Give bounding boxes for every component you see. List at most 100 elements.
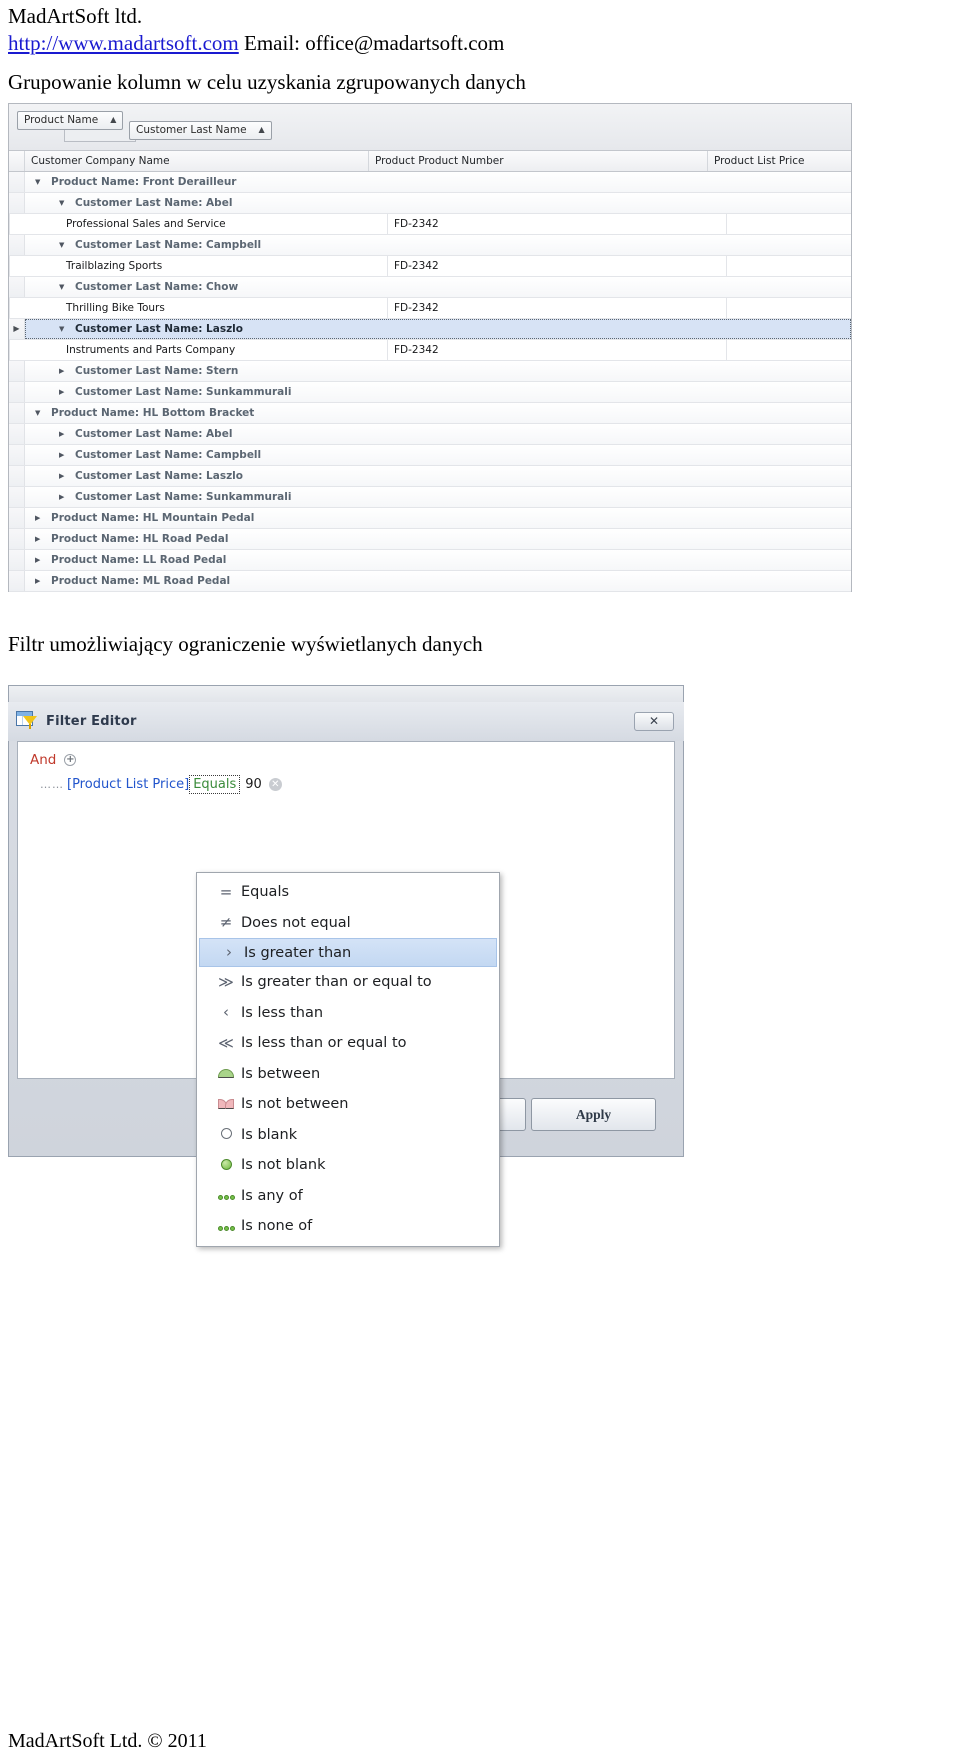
- sort-ascending-icon[interactable]: ▲: [110, 116, 116, 124]
- remove-condition-icon[interactable]: ✕: [268, 777, 282, 791]
- grid-group-row[interactable]: ▶ Customer Last Name: Sunkammurali: [9, 486, 851, 508]
- group-row-content[interactable]: ▶ Product Name: LL Road Pedal: [25, 549, 851, 570]
- group-row-content[interactable]: ▼ Customer Last Name: Laszlo: [25, 318, 851, 339]
- cell-product-list-price[interactable]: [727, 256, 870, 276]
- cell-product-list-price[interactable]: [727, 298, 870, 318]
- grid-group-row[interactable]: ▼ Customer Last Name: Chow: [9, 276, 851, 298]
- cell-product-product-number[interactable]: FD-2342: [388, 213, 727, 234]
- close-icon[interactable]: ✕: [634, 711, 674, 731]
- menu-item-is-greater-than-or-equal-to[interactable]: ≫ Is greater than or equal to: [197, 967, 499, 998]
- grid-group-row[interactable]: ▶ Customer Last Name: Sunkammurali: [9, 381, 851, 403]
- menu-item-equals[interactable]: = Equals: [197, 877, 499, 908]
- group-row-content[interactable]: ▼ Customer Last Name: Abel: [25, 192, 851, 213]
- chevron-right-icon[interactable]: ▶: [59, 451, 70, 459]
- group-row-content[interactable]: ▶ Customer Last Name: Stern: [25, 360, 851, 381]
- column-header-product-list-price[interactable]: Product List Price: [708, 151, 851, 171]
- grid-group-row[interactable]: ▶ Product Name: HL Road Pedal: [9, 528, 851, 550]
- chevron-right-icon[interactable]: ▶: [35, 577, 46, 585]
- group-row-content[interactable]: ▶ Customer Last Name: Campbell: [25, 444, 851, 465]
- cell-product-list-price[interactable]: [727, 214, 870, 234]
- menu-item-is-none-of[interactable]: Is none of: [197, 1211, 499, 1242]
- grid-group-row[interactable]: ▼ Product Name: Front Derailleur: [9, 171, 851, 193]
- sort-ascending-icon[interactable]: ▲: [259, 126, 265, 134]
- group-chip-product-name[interactable]: Product Name ▲: [17, 110, 124, 130]
- group-row-content[interactable]: ▶ Customer Last Name: Sunkammurali: [25, 381, 851, 402]
- grid-data-row[interactable]: Professional Sales and Service FD-2342: [9, 213, 851, 235]
- cell-customer-company-name[interactable]: Thrilling Bike Tours: [60, 297, 388, 318]
- group-row-content[interactable]: ▶ Customer Last Name: Abel: [25, 423, 851, 444]
- group-row-label: Product Name: HL Road Pedal: [51, 532, 229, 545]
- column-header-customer-company-name[interactable]: Customer Company Name: [25, 150, 369, 171]
- grid-data-row[interactable]: Thrilling Bike Tours FD-2342: [9, 297, 851, 319]
- add-condition-icon[interactable]: +: [64, 753, 77, 766]
- group-row-content[interactable]: ▶ Product Name: HL Road Pedal: [25, 528, 851, 549]
- group-row-content[interactable]: ▶ Customer Last Name: Laszlo: [25, 465, 851, 486]
- grid-group-row[interactable]: ▼ Product Name: HL Bottom Bracket: [9, 402, 851, 424]
- website-link[interactable]: http://www.madartsoft.com: [8, 31, 239, 55]
- group-row-content[interactable]: ▶ Product Name: HL Mountain Pedal: [25, 507, 851, 528]
- chevron-right-icon[interactable]: ▶: [35, 535, 46, 543]
- chevron-right-icon[interactable]: ▶: [59, 493, 70, 501]
- cell-customer-company-name[interactable]: Professional Sales and Service: [60, 213, 388, 234]
- condition-value[interactable]: 90: [245, 777, 262, 792]
- grid-group-row[interactable]: ▶ Product Name: HL Mountain Pedal: [9, 507, 851, 529]
- chevron-right-icon[interactable]: ▶: [35, 556, 46, 564]
- grid-data-row[interactable]: Instruments and Parts Company FD-2342: [9, 339, 851, 361]
- chevron-down-icon[interactable]: ▼: [59, 325, 70, 333]
- grid-group-row[interactable]: ▼ Customer Last Name: Campbell: [9, 234, 851, 256]
- menu-item-is-not-between[interactable]: Is not between: [197, 1089, 499, 1120]
- group-row-content[interactable]: ▼ Product Name: Front Derailleur: [25, 171, 851, 192]
- cell-product-list-price[interactable]: [727, 340, 870, 360]
- condition-field-label[interactable]: [Product List Price]: [67, 777, 189, 792]
- chevron-down-icon[interactable]: ▼: [59, 241, 70, 249]
- group-by-panel[interactable]: Product Name ▲ Customer Last Name ▲: [9, 103, 851, 151]
- group-row-content[interactable]: ▼ Product Name: HL Bottom Bracket: [25, 402, 851, 423]
- group-row-content[interactable]: ▼ Customer Last Name: Chow: [25, 276, 851, 297]
- cell-product-product-number[interactable]: FD-2342: [388, 339, 727, 360]
- filter-editor-titlebar[interactable]: Filter Editor: [8, 701, 684, 741]
- menu-item-is-greater-than[interactable]: › Is greater than: [199, 938, 497, 967]
- chevron-down-icon[interactable]: ▼: [59, 199, 70, 207]
- group-chip-customer-last-name[interactable]: Customer Last Name ▲: [129, 120, 272, 140]
- grid-group-row[interactable]: ▶ Customer Last Name: Abel: [9, 423, 851, 445]
- chevron-down-icon[interactable]: ▼: [35, 409, 46, 417]
- chevron-right-icon[interactable]: ▶: [59, 367, 70, 375]
- group-chip-stub: [64, 127, 136, 142]
- menu-item-is-not-blank[interactable]: Is not blank: [197, 1150, 499, 1181]
- group-row-content[interactable]: ▼ Customer Last Name: Campbell: [25, 234, 851, 255]
- cell-customer-company-name[interactable]: Trailblazing Sports: [60, 255, 388, 276]
- menu-item-is-blank[interactable]: Is blank: [197, 1120, 499, 1151]
- chevron-right-icon[interactable]: ▶: [59, 430, 70, 438]
- apply-button[interactable]: Apply: [531, 1098, 656, 1131]
- grid-group-row[interactable]: ▼ Customer Last Name: Abel: [9, 192, 851, 214]
- condition-operator-label[interactable]: Equals: [189, 774, 241, 794]
- menu-item-does-not-equal[interactable]: ≠ Does not equal: [197, 908, 499, 939]
- filter-group-and[interactable]: And +: [30, 752, 674, 768]
- group-chip-label: Product Name: [24, 114, 99, 127]
- cell-customer-company-name[interactable]: Instruments and Parts Company: [60, 339, 388, 360]
- grid-data-row[interactable]: Trailblazing Sports FD-2342: [9, 255, 851, 277]
- menu-item-is-less-than-or-equal-to[interactable]: ≪ Is less than or equal to: [197, 1028, 499, 1059]
- chevron-down-icon[interactable]: ▼: [35, 178, 46, 186]
- grid-group-row[interactable]: ▶ Customer Last Name: Stern: [9, 360, 851, 382]
- grid-group-row[interactable]: ▶ Customer Last Name: Laszlo: [9, 465, 851, 487]
- cell-product-product-number[interactable]: FD-2342: [388, 297, 727, 318]
- group-row-content[interactable]: ▶ Customer Last Name: Sunkammurali: [25, 486, 851, 507]
- menu-item-is-any-of[interactable]: Is any of: [197, 1181, 499, 1212]
- chevron-right-icon[interactable]: ▶: [59, 388, 70, 396]
- operator-dropdown-menu[interactable]: = Equals ≠ Does not equal › Is greater than ≫ I…: [196, 872, 500, 1247]
- grid-group-row[interactable]: ▶ Product Name: LL Road Pedal: [9, 549, 851, 571]
- filter-condition-row[interactable]: …… [Product List Price] Equals 90 ✕: [30, 774, 674, 794]
- group-row-content[interactable]: ▶ Product Name: ML Road Pedal: [25, 570, 851, 591]
- chevron-down-icon[interactable]: ▼: [59, 283, 70, 291]
- and-operator-label[interactable]: And: [30, 752, 56, 768]
- grid-group-row[interactable]: ▶ Customer Last Name: Campbell: [9, 444, 851, 466]
- cell-product-product-number[interactable]: FD-2342: [388, 255, 727, 276]
- chevron-right-icon[interactable]: ▶: [59, 472, 70, 480]
- menu-item-is-less-than[interactable]: ‹ Is less than: [197, 998, 499, 1029]
- grid-group-row[interactable]: ▶ Product Name: ML Road Pedal: [9, 570, 851, 592]
- grid-group-row[interactable]: ▶ ▼ Customer Last Name: Laszlo: [9, 318, 851, 340]
- chevron-right-icon[interactable]: ▶: [35, 514, 46, 522]
- column-header-product-product-number[interactable]: Product Product Number: [369, 150, 708, 171]
- menu-item-is-between[interactable]: Is between: [197, 1059, 499, 1090]
